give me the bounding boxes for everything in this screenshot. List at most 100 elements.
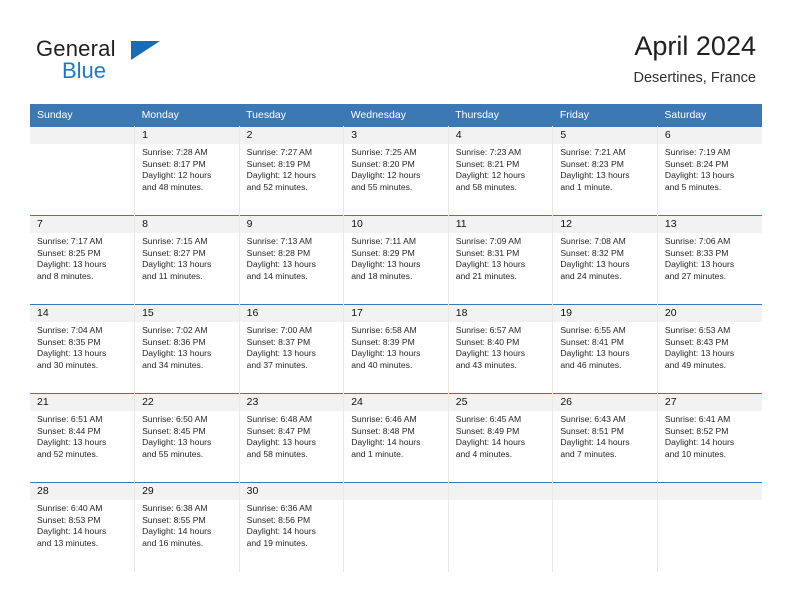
daylight-text-line2: and 1 minute.	[560, 181, 613, 192]
daylight-text-line1: Daylight: 13 hours	[664, 259, 735, 270]
calendar-day-cell[interactable]: 4 Sunrise: 7:23 AM Sunset: 8:21 PM Daylight…	[448, 126, 554, 216]
sunset-text: Sunset: 8:48 PM	[351, 425, 415, 436]
sunset-text: Sunset: 8:55 PM	[142, 514, 206, 525]
daylight-text-line2: and 19 minutes.	[246, 537, 308, 548]
daylight-text-line2: and 30 minutes.	[37, 359, 99, 370]
calendar-day-cell[interactable]: 26 Sunrise: 6:43 AM Sunset: 8:51 PM Dayligh…	[552, 393, 658, 483]
sunset-text: Sunset: 8:20 PM	[351, 158, 415, 169]
sunset-text: Sunset: 8:51 PM	[560, 425, 624, 436]
sunrise-text: Sunrise: 7:00 AM	[246, 325, 313, 335]
calendar-page: General Blue April 2024 Desertines, Fran…	[0, 0, 792, 612]
sunset-text: Sunset: 8:28 PM	[246, 247, 311, 258]
sunset-text: Sunset: 8:37 PM	[246, 336, 311, 347]
sunrise-text: Sunrise: 6:38 AM	[142, 503, 208, 513]
day-details: Sunrise: 6:53 AM Sunset: 8:43 PM Daylight:…	[658, 322, 762, 371]
daylight-text-line1: Daylight: 12 hours	[246, 170, 316, 181]
calendar-day-cell[interactable]: 19 Sunrise: 6:55 AM Sunset: 8:41 PM Dayligh…	[552, 304, 658, 394]
calendar-week-row: 14 Sunrise: 7:04 AM Sunset: 8:35 PM Dayligh…	[30, 304, 762, 394]
day-number: 12	[553, 216, 657, 233]
sunset-text: Sunset: 8:21 PM	[455, 158, 520, 169]
calendar-day-cell[interactable]: 28 Sunrise: 6:40 AM Sunset: 8:53 PM Dayligh…	[30, 482, 136, 572]
calendar-day-cell[interactable]: 2 Sunrise: 7:27 AM Sunset: 8:19 PM Daylight…	[239, 126, 345, 216]
daylight-text-line2: and 1 minute.	[351, 448, 404, 459]
day-number: 7	[30, 216, 135, 233]
day-details: Sunrise: 7:02 AM Sunset: 8:36 PM Daylight:…	[135, 322, 239, 371]
daylight-text-line1: Daylight: 14 hours	[246, 526, 316, 537]
sunset-text: Sunset: 8:23 PM	[560, 158, 624, 169]
day-details: Sunrise: 7:19 AM Sunset: 8:24 PM Daylight:…	[658, 144, 762, 193]
daylight-text-line2: and 24 minutes.	[560, 270, 622, 281]
calendar-day-cell[interactable]: 22 Sunrise: 6:50 AM Sunset: 8:45 PM Dayligh…	[134, 393, 240, 483]
weekday-header-friday: Friday	[552, 104, 658, 127]
daylight-text-line1: Daylight: 13 hours	[37, 437, 107, 448]
sunrise-text: Sunrise: 7:06 AM	[664, 236, 731, 246]
day-details: Sunrise: 6:36 AM Sunset: 8:56 PM Daylight:…	[240, 500, 344, 549]
calendar-day-cell[interactable]: 8 Sunrise: 7:15 AM Sunset: 8:27 PM Daylight…	[134, 215, 240, 305]
sunset-text: Sunset: 8:56 PM	[246, 514, 311, 525]
weekday-header-tuesday: Tuesday	[239, 104, 344, 127]
calendar-day-cell[interactable]: 29 Sunrise: 6:38 AM Sunset: 8:55 PM Dayligh…	[134, 482, 240, 572]
day-number: 23	[239, 394, 344, 411]
daylight-text-line2: and 34 minutes.	[142, 359, 204, 370]
calendar-day-cell[interactable]: 14 Sunrise: 7:04 AM Sunset: 8:35 PM Dayligh…	[30, 304, 136, 394]
calendar-day-cell[interactable]: 7 Sunrise: 7:17 AM Sunset: 8:25 PM Daylight…	[30, 215, 136, 305]
calendar-day-cell[interactable]: 24 Sunrise: 6:46 AM Sunset: 8:48 PM Dayligh…	[343, 393, 449, 483]
sunrise-text: Sunrise: 6:58 AM	[351, 325, 417, 335]
calendar-day-cell[interactable]: 6 Sunrise: 7:19 AM Sunset: 8:24 PM Daylight…	[657, 126, 762, 216]
calendar-day-cell[interactable]: 10 Sunrise: 7:11 AM Sunset: 8:29 PM Dayligh…	[343, 215, 449, 305]
weekday-header-sunday: Sunday	[30, 104, 135, 127]
sunset-text: Sunset: 8:49 PM	[455, 425, 520, 436]
day-number: 22	[135, 394, 239, 411]
sunset-text: Sunset: 8:33 PM	[664, 247, 729, 258]
sunset-text: Sunset: 8:17 PM	[142, 158, 206, 169]
general-blue-logo[interactable]: General Blue	[36, 36, 236, 86]
calendar-day-cell[interactable]: 23 Sunrise: 6:48 AM Sunset: 8:47 PM Dayligh…	[239, 393, 345, 483]
day-details: Sunrise: 7:13 AM Sunset: 8:28 PM Daylight:…	[240, 233, 344, 282]
daylight-text-line1: Daylight: 13 hours	[560, 170, 630, 181]
day-details: Sunrise: 7:17 AM Sunset: 8:25 PM Daylight:…	[30, 233, 134, 282]
day-details: Sunrise: 6:45 AM Sunset: 8:49 PM Daylight:…	[449, 411, 553, 460]
calendar-day-cell[interactable]: 1 Sunrise: 7:28 AM Sunset: 8:17 PM Daylight…	[134, 126, 240, 216]
sunrise-text: Sunrise: 7:13 AM	[246, 236, 313, 246]
calendar-day-cell[interactable]: 3 Sunrise: 7:25 AM Sunset: 8:20 PM Daylight…	[343, 126, 449, 216]
sunrise-text: Sunrise: 7:17 AM	[37, 236, 103, 246]
day-number: 3	[344, 127, 448, 144]
calendar-day-cell[interactable]: 17 Sunrise: 6:58 AM Sunset: 8:39 PM Dayligh…	[343, 304, 449, 394]
sunset-text: Sunset: 8:32 PM	[560, 247, 624, 258]
triangle-flag-icon	[131, 41, 160, 60]
daylight-text-line2: and 4 minutes.	[455, 448, 513, 459]
calendar-day-cell[interactable]: 16 Sunrise: 7:00 AM Sunset: 8:37 PM Dayligh…	[239, 304, 345, 394]
calendar-day-cell[interactable]: 9 Sunrise: 7:13 AM Sunset: 8:28 PM Daylight…	[239, 215, 345, 305]
page-title: April 2024	[634, 31, 756, 61]
daylight-text-line2: and 55 minutes.	[351, 181, 413, 192]
calendar-day-cell[interactable]: 15 Sunrise: 7:02 AM Sunset: 8:36 PM Dayligh…	[134, 304, 240, 394]
calendar-day-cell-empty	[657, 482, 762, 572]
calendar-day-cell-empty	[448, 482, 554, 572]
calendar-day-cell[interactable]: 30 Sunrise: 6:36 AM Sunset: 8:56 PM Dayligh…	[239, 482, 345, 572]
daylight-text-line2: and 52 minutes.	[37, 448, 99, 459]
calendar-day-cell[interactable]: 25 Sunrise: 6:45 AM Sunset: 8:49 PM Dayligh…	[448, 393, 554, 483]
calendar-day-cell[interactable]: 18 Sunrise: 6:57 AM Sunset: 8:40 PM Dayligh…	[448, 304, 554, 394]
sunset-text: Sunset: 8:36 PM	[142, 336, 206, 347]
calendar-day-cell[interactable]: 20 Sunrise: 6:53 AM Sunset: 8:43 PM Dayligh…	[657, 304, 762, 394]
calendar-day-cell[interactable]: 11 Sunrise: 7:09 AM Sunset: 8:31 PM Dayligh…	[448, 215, 554, 305]
calendar-day-cell[interactable]: 21 Sunrise: 6:51 AM Sunset: 8:44 PM Dayligh…	[30, 393, 136, 483]
day-details: Sunrise: 6:48 AM Sunset: 8:47 PM Daylight:…	[240, 411, 344, 460]
day-details: Sunrise: 6:38 AM Sunset: 8:55 PM Daylight:…	[135, 500, 239, 549]
daylight-text-line1: Daylight: 14 hours	[455, 437, 526, 448]
day-details: Sunrise: 6:43 AM Sunset: 8:51 PM Daylight:…	[553, 411, 657, 460]
calendar-week-row: 21 Sunrise: 6:51 AM Sunset: 8:44 PM Dayligh…	[30, 393, 762, 483]
calendar-week-row: 1 Sunrise: 7:28 AM Sunset: 8:17 PM Daylight…	[30, 126, 762, 216]
calendar-day-cell[interactable]: 13 Sunrise: 7:06 AM Sunset: 8:33 PM Dayligh…	[657, 215, 762, 305]
sunset-text: Sunset: 8:44 PM	[37, 425, 101, 436]
daylight-text-line2: and 7 minutes.	[560, 448, 617, 459]
calendar-day-cell[interactable]: 12 Sunrise: 7:08 AM Sunset: 8:32 PM Dayligh…	[552, 215, 658, 305]
calendar-day-cell[interactable]: 27 Sunrise: 6:41 AM Sunset: 8:52 PM Dayligh…	[657, 393, 762, 483]
day-details: Sunrise: 6:57 AM Sunset: 8:40 PM Daylight:…	[449, 322, 553, 371]
calendar-day-cell[interactable]: 5 Sunrise: 7:21 AM Sunset: 8:23 PM Daylight…	[552, 126, 658, 216]
sunrise-text: Sunrise: 7:23 AM	[455, 147, 522, 157]
day-details: Sunrise: 7:15 AM Sunset: 8:27 PM Daylight:…	[135, 233, 239, 282]
sunrise-text: Sunrise: 6:51 AM	[37, 414, 103, 424]
day-number	[448, 483, 553, 500]
sunrise-text: Sunrise: 6:57 AM	[455, 325, 522, 335]
